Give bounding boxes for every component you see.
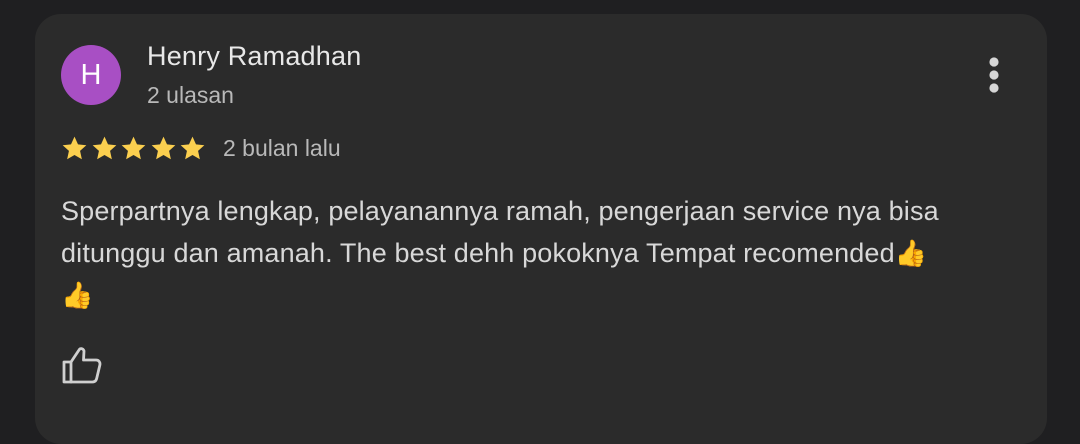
star-icon bbox=[119, 134, 148, 163]
thumbs-up-emoji: 👍 bbox=[61, 280, 94, 310]
more-options-button[interactable] bbox=[979, 54, 1009, 98]
more-vert-icon bbox=[989, 57, 999, 93]
star-icon bbox=[60, 134, 89, 163]
rating-row: 2 bulan lalu bbox=[60, 131, 341, 165]
like-button[interactable] bbox=[59, 344, 105, 388]
thumbs-up-icon bbox=[62, 347, 102, 384]
review-card: H Henry Ramadhan 2 ulasan 2 bulan lalu S… bbox=[35, 14, 1047, 444]
star-rating bbox=[60, 134, 208, 163]
review-text: Sperpartnya lengkap, pelayanannya ramah,… bbox=[61, 196, 939, 268]
star-icon bbox=[149, 134, 178, 163]
review-body: Sperpartnya lengkap, pelayanannya ramah,… bbox=[61, 190, 1023, 316]
review-time: 2 bulan lalu bbox=[222, 134, 341, 161]
star-icon bbox=[90, 134, 119, 163]
thumbs-up-emoji: 👍 bbox=[894, 238, 928, 268]
star-icon bbox=[178, 134, 207, 163]
avatar[interactable]: H bbox=[61, 45, 121, 105]
author-review-count: 2 ulasan bbox=[147, 82, 234, 108]
author-name[interactable]: Henry Ramadhan bbox=[147, 41, 361, 72]
